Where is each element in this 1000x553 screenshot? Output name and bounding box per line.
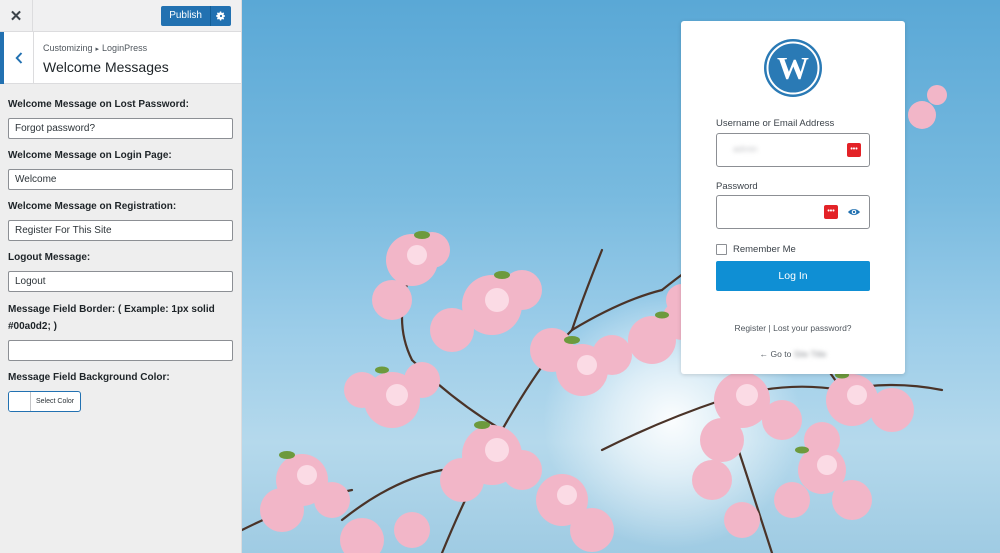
back-to-site: ← Go to Site Title [681,349,905,359]
show-password-eye-icon[interactable] [847,205,861,219]
customizer-topbar: ✕ Publish [0,0,241,32]
chevron-left-icon [14,52,22,64]
breadcrumb-root: Customizing [43,43,93,53]
message-field-border-label: Message Field Border: ( Example: 1px sol… [8,304,215,332]
username-value: admin [733,144,758,154]
login-links: Register | Lost your password? [681,323,905,333]
remember-me-row: Remember Me [716,244,796,255]
login-button[interactable]: Log In [716,261,870,291]
message-field-bg-color-label: Message Field Background Color: [8,372,170,383]
select-color-label: Select Color [36,398,75,405]
logout-message-label: Logout Message: [8,252,91,263]
customizer-sidebar: ✕ Publish Customizing ▸ LoginPress Welcome… [0,0,242,553]
password-input[interactable]: ••• [716,195,870,229]
gear-icon [216,11,225,21]
login-page-message-input[interactable] [8,169,233,190]
publish-group: Publish [161,6,231,26]
publish-button[interactable]: Publish [161,6,211,26]
color-swatch [9,392,31,411]
breadcrumb-leaf: LoginPress [102,43,148,53]
links-separator: | [768,323,771,333]
breadcrumb: Customizing ▸ LoginPress [43,43,147,53]
section-header: Customizing ▸ LoginPress Welcome Messages [0,32,241,84]
logout-message-input[interactable] [8,271,233,292]
registration-message-input[interactable] [8,220,233,241]
register-link[interactable]: Register [734,323,766,333]
remember-me-checkbox[interactable] [716,244,727,255]
password-manager-icon[interactable]: ••• [847,143,861,157]
publish-settings-button[interactable] [211,6,231,26]
remember-me-label: Remember Me [733,244,796,255]
svg-text:W: W [777,50,809,86]
username-label: Username or Email Address [716,118,835,129]
controls-panel: Welcome Message on Lost Password: Welcom… [0,84,241,412]
message-field-border-input[interactable] [8,340,233,361]
breadcrumb-separator: ▸ [95,46,100,53]
lost-password-link[interactable]: Lost your password? [773,323,851,333]
wordpress-logo-icon[interactable]: W [763,38,823,98]
password-manager-icon[interactable]: ••• [824,205,838,219]
goto-site-name[interactable]: Site Title [794,349,827,359]
section-title: Welcome Messages [43,59,169,75]
lost-password-message-label: Welcome Message on Lost Password: [8,99,189,110]
customizer-preview: W Username or Email Address admin ••• Pa… [242,0,1000,553]
goto-prefix[interactable]: ← Go to [760,349,792,359]
lost-password-message-input[interactable] [8,118,233,139]
username-input[interactable]: admin ••• [716,133,870,167]
close-icon[interactable]: ✕ [0,0,33,32]
select-color-button[interactable]: Select Color [8,391,81,412]
back-button[interactable] [0,32,34,84]
password-label: Password [716,181,758,192]
login-form-card: W Username or Email Address admin ••• Pa… [681,21,905,374]
login-page-message-label: Welcome Message on Login Page: [8,150,172,161]
registration-message-label: Welcome Message on Registration: [8,201,177,212]
